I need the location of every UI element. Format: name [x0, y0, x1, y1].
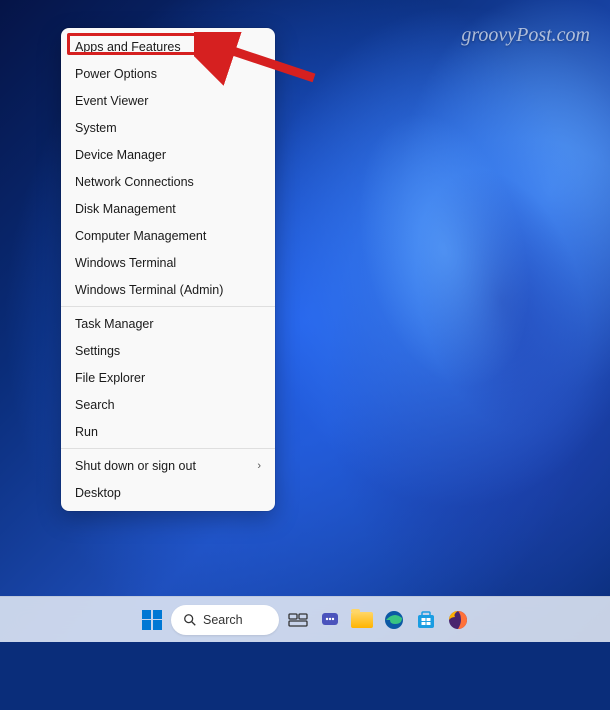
windows-logo-icon: [142, 610, 162, 630]
menu-item-settings[interactable]: Settings: [61, 337, 275, 364]
menu-item-label: Desktop: [75, 486, 121, 500]
taskbar-app-firefox[interactable]: [445, 607, 471, 633]
menu-item-computer-management[interactable]: Computer Management: [61, 222, 275, 249]
start-button[interactable]: [139, 607, 165, 633]
menu-item-search[interactable]: Search: [61, 391, 275, 418]
taskbar-search-label: Search: [203, 613, 243, 627]
taskbar-app-explorer[interactable]: [349, 607, 375, 633]
task-view-icon: [288, 612, 308, 628]
menu-item-power-options[interactable]: Power Options: [61, 60, 275, 87]
file-explorer-icon: [351, 612, 373, 628]
menu-item-label: File Explorer: [75, 371, 145, 385]
firefox-icon: [447, 609, 469, 631]
menu-item-network-connections[interactable]: Network Connections: [61, 168, 275, 195]
taskbar-app-edge[interactable]: [381, 607, 407, 633]
menu-item-label: Windows Terminal: [75, 256, 176, 270]
taskbar: Search: [0, 596, 610, 642]
menu-item-label: Run: [75, 425, 98, 439]
menu-separator: [61, 448, 275, 449]
menu-item-label: Computer Management: [75, 229, 206, 243]
menu-item-label: Task Manager: [75, 317, 154, 331]
menu-item-label: Apps and Features: [75, 40, 181, 54]
menu-item-windows-terminal-admin[interactable]: Windows Terminal (Admin): [61, 276, 275, 303]
chevron-right-icon: ›: [257, 460, 261, 472]
menu-item-event-viewer[interactable]: Event Viewer: [61, 87, 275, 114]
menu-item-label: Network Connections: [75, 175, 194, 189]
taskbar-search[interactable]: Search: [171, 605, 279, 635]
menu-item-file-explorer[interactable]: File Explorer: [61, 364, 275, 391]
menu-item-system[interactable]: System: [61, 114, 275, 141]
task-view-button[interactable]: [285, 607, 311, 633]
menu-item-label: Shut down or sign out: [75, 459, 196, 473]
menu-item-label: Settings: [75, 344, 120, 358]
menu-item-label: Disk Management: [75, 202, 176, 216]
menu-separator: [61, 306, 275, 307]
store-icon: [415, 609, 437, 631]
menu-item-task-manager[interactable]: Task Manager: [61, 310, 275, 337]
menu-item-device-manager[interactable]: Device Manager: [61, 141, 275, 168]
menu-item-disk-management[interactable]: Disk Management: [61, 195, 275, 222]
menu-item-label: Device Manager: [75, 148, 166, 162]
menu-item-label: Search: [75, 398, 115, 412]
menu-item-label: Windows Terminal (Admin): [75, 283, 223, 297]
edge-icon: [383, 609, 405, 631]
menu-item-windows-terminal[interactable]: Windows Terminal: [61, 249, 275, 276]
menu-item-shut-down-or-sign-out[interactable]: Shut down or sign out ›: [61, 452, 275, 479]
menu-item-label: Event Viewer: [75, 94, 148, 108]
watermark-text: groovyPost.com: [461, 24, 590, 47]
taskbar-app-store[interactable]: [413, 607, 439, 633]
search-icon: [183, 613, 197, 627]
menu-item-desktop[interactable]: Desktop: [61, 479, 275, 506]
menu-item-run[interactable]: Run: [61, 418, 275, 445]
menu-item-label: Power Options: [75, 67, 157, 81]
taskbar-app-chat[interactable]: [317, 607, 343, 633]
winx-context-menu: Apps and Features Power Options Event View…: [61, 28, 275, 511]
menu-item-label: System: [75, 121, 117, 135]
menu-item-apps-and-features[interactable]: Apps and Features: [61, 33, 275, 60]
chat-icon: [319, 609, 341, 631]
